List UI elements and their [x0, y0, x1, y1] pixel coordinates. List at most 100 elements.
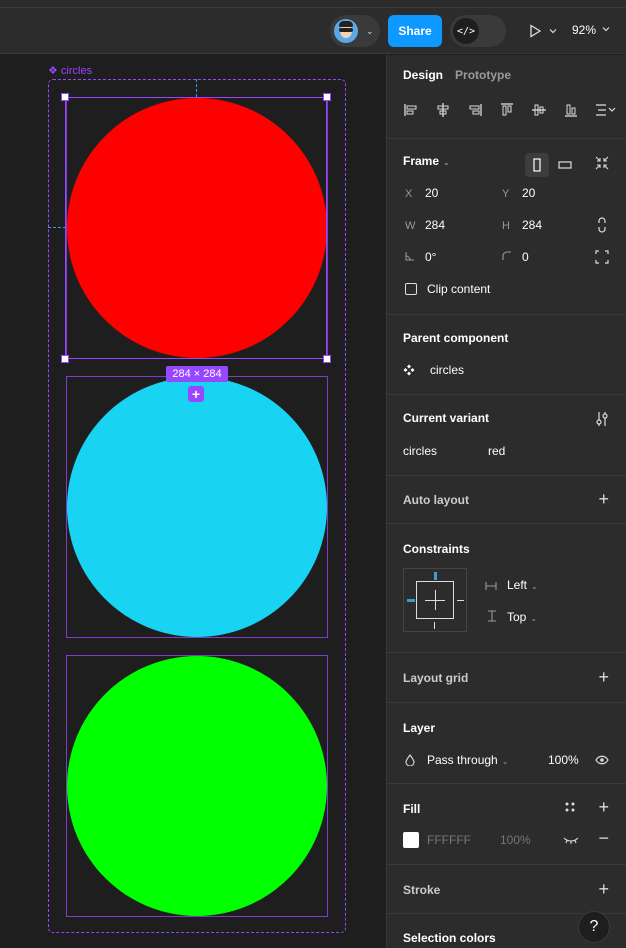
height-field[interactable]: H 284 [502, 218, 542, 232]
share-button[interactable]: Share [388, 15, 442, 47]
landscape-toggle[interactable] [553, 153, 577, 177]
styles-icon[interactable] [565, 802, 575, 812]
auto-layout-title: Auto layout [403, 493, 469, 507]
window-top-strip [0, 0, 626, 8]
resize-handle-br[interactable] [323, 355, 331, 363]
code-icon: </> [453, 18, 479, 44]
resize-handle-tr[interactable] [323, 93, 331, 101]
vertical-constraint-dropdown[interactable]: Top ⌄ [507, 610, 537, 624]
chevron-down-icon [549, 29, 557, 34]
adjust-icon[interactable] [595, 411, 609, 427]
constraints-widget[interactable] [403, 568, 467, 632]
width-field[interactable]: W 284 [405, 218, 445, 232]
frame-dropdown[interactable]: Frame ⌄ [403, 154, 450, 168]
play-icon [530, 24, 542, 38]
blend-mode-icon [405, 754, 415, 766]
y-label: Y [502, 188, 510, 200]
y-field[interactable]: Y 20 [502, 186, 535, 200]
w-value: 284 [425, 218, 446, 232]
add-layout-grid-icon[interactable]: + [598, 668, 609, 686]
align-bottom-icon[interactable] [563, 102, 579, 118]
corner-radius-icon [502, 251, 511, 260]
horizontal-constraint-icon [485, 582, 497, 590]
circle-green[interactable] [67, 656, 327, 916]
align-left-icon[interactable] [403, 102, 419, 118]
layer-section: Layer Pass through ⌄ 100% [387, 702, 626, 783]
fit-to-content-icon[interactable] [595, 156, 609, 170]
rotation-field[interactable]: 0° [405, 250, 436, 264]
add-fill-icon[interactable]: + [598, 798, 609, 816]
resize-handle-tl[interactable] [61, 93, 69, 101]
layer-title: Layer [403, 721, 436, 735]
align-top-icon[interactable] [499, 102, 515, 118]
align-right-icon[interactable] [467, 102, 483, 118]
help-button[interactable]: ? [578, 911, 610, 943]
align-horizontal-center-icon[interactable] [435, 102, 451, 118]
independent-corners-icon[interactable] [595, 250, 609, 264]
portrait-toggle[interactable] [525, 153, 549, 177]
alignment-toolbar [403, 100, 617, 120]
rotation-icon [405, 252, 414, 261]
frame-title: Frame [403, 154, 440, 168]
multiplayer-avatar-button[interactable]: ⌄ [330, 15, 380, 47]
avatar [334, 19, 358, 43]
selection-outline [61, 93, 331, 363]
add-variant-button[interactable]: + [188, 386, 204, 402]
dev-mode-toggle[interactable]: </> [450, 15, 506, 47]
parent-component-title: Parent component [403, 331, 509, 345]
frame-section: Frame ⌄ X 20 Y 20 W 284 H 284 0° 0 Clip conte… [387, 138, 626, 314]
constraints-title: Constraints [403, 542, 470, 556]
clip-content-checkbox[interactable] [405, 283, 417, 295]
chevron-down-icon: ⌄ [530, 614, 538, 623]
chevron-down-icon: ⌄ [531, 582, 538, 591]
add-auto-layout-icon[interactable]: + [598, 490, 609, 508]
eye-icon[interactable] [595, 755, 609, 765]
x-value: 20 [425, 186, 439, 200]
zoom-dropdown[interactable]: 92% [572, 23, 611, 37]
properties-panel: Design Prototype Frame ⌄ X 20 Y 20 W 284 H 28… [386, 55, 626, 948]
circle-blue[interactable] [67, 377, 327, 637]
corner-radius-field[interactable]: 0 [502, 250, 529, 264]
x-field[interactable]: X 20 [405, 186, 438, 200]
eye-closed-icon[interactable] [563, 836, 579, 844]
chevron-down-icon: ⌄ [366, 25, 374, 36]
parent-component-section: Parent component circles [387, 314, 626, 394]
fill-hex-field[interactable]: FFFFFF [427, 833, 471, 847]
align-vertical-center-icon[interactable] [531, 102, 547, 118]
toolbar: ⌄ Share </> 92% [0, 8, 626, 54]
chevron-down-icon [602, 27, 610, 32]
constrain-proportions-icon[interactable] [597, 217, 607, 233]
horizontal-constraint-value: Left [507, 578, 528, 592]
fill-color-swatch[interactable] [403, 832, 419, 848]
radius-value: 0 [522, 250, 529, 264]
tab-design[interactable]: Design [403, 68, 443, 82]
fill-opacity-field[interactable]: 100% [500, 833, 531, 847]
component-set-label[interactable]: ❖ circles [48, 64, 92, 77]
distribute-icon[interactable] [595, 102, 617, 118]
parent-component-link[interactable]: circles [430, 363, 464, 377]
present-button[interactable] [528, 22, 562, 40]
h-value: 284 [522, 218, 543, 232]
component-icon [403, 364, 415, 376]
chevron-down-icon: ⌄ [501, 757, 509, 766]
variant-property-value[interactable]: red [488, 444, 505, 458]
resize-handle-bl[interactable] [61, 355, 69, 363]
blend-mode-value: Pass through [427, 753, 498, 767]
tab-prototype[interactable]: Prototype [455, 68, 511, 82]
layer-opacity-field[interactable]: 100% [548, 753, 579, 767]
zoom-level: 92% [572, 23, 597, 37]
add-stroke-icon[interactable]: + [598, 880, 609, 898]
remove-fill-icon[interactable]: − [598, 829, 609, 847]
x-label: X [405, 188, 413, 200]
constraints-section: Constraints Left ⌄ Top ⌄ [387, 523, 626, 652]
stroke-section: Stroke + [387, 864, 626, 913]
horizontal-constraint-dropdown[interactable]: Left ⌄ [507, 578, 538, 592]
layout-grid-title: Layout grid [403, 671, 469, 685]
chevron-down-icon: ⌄ [443, 158, 450, 167]
blend-mode-dropdown[interactable]: Pass through ⌄ [427, 753, 508, 767]
variant-green[interactable] [66, 655, 328, 917]
selection-colors-title: Selection colors [403, 931, 496, 945]
canvas[interactable]: ❖ circles 284 × 284 + [0, 55, 386, 948]
vertical-constraint-icon [488, 610, 496, 622]
variant-blue[interactable] [66, 376, 328, 638]
